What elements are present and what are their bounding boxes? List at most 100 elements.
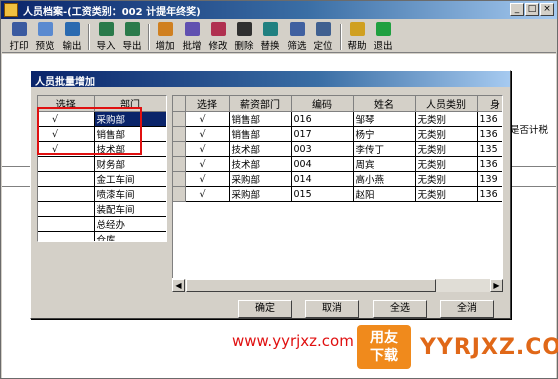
exit-button[interactable]: 退出 xyxy=(370,22,396,52)
export-button[interactable]: 导出 xyxy=(119,22,145,52)
row-selector[interactable] xyxy=(173,141,186,157)
row-selector[interactable] xyxy=(173,156,186,172)
code-cell[interactable]: 004 xyxy=(291,156,354,172)
select-checkbox-cell[interactable] xyxy=(38,156,95,172)
select-checkbox-cell[interactable] xyxy=(38,201,95,217)
name-cell[interactable]: 杨宁 xyxy=(353,126,416,142)
row-selector[interactable] xyxy=(173,186,186,202)
code-cell[interactable]: 016 xyxy=(291,111,354,127)
clear-all-button[interactable]: 全消 xyxy=(440,300,494,318)
horizontal-scrollbar[interactable]: ◀ ▶ xyxy=(172,278,503,292)
locate-button[interactable]: 定位 xyxy=(310,22,336,52)
select-checkbox-cell[interactable]: √ xyxy=(185,126,230,142)
category-cell[interactable]: 无类别 xyxy=(415,186,478,202)
edit-button[interactable]: 修改 xyxy=(205,22,231,52)
close-button[interactable]: × xyxy=(540,3,554,16)
export-output-button[interactable]: 输出 xyxy=(59,22,85,52)
personnel-row[interactable]: √ 销售部 017 杨宁 无类别 136 xyxy=(173,126,502,142)
cancel-button[interactable]: 取消 xyxy=(305,300,359,318)
select-checkbox-cell[interactable] xyxy=(38,216,95,232)
personnel-row[interactable]: √ 采购部 014 高小燕 无类别 139 xyxy=(173,171,502,187)
row-selector[interactable] xyxy=(173,111,186,127)
column-header-id[interactable]: 身 xyxy=(477,96,502,112)
select-checkbox-cell[interactable]: √ xyxy=(185,141,230,157)
select-checkbox-cell[interactable]: √ xyxy=(185,111,230,127)
category-cell[interactable]: 无类别 xyxy=(415,126,478,142)
salary-dept-cell[interactable]: 技术部 xyxy=(229,141,292,157)
department-row[interactable]: 总经办 xyxy=(38,216,166,232)
salary-dept-cell[interactable]: 销售部 xyxy=(229,111,292,127)
import-button[interactable]: 导入 xyxy=(93,22,119,52)
name-cell[interactable]: 高小燕 xyxy=(353,171,416,187)
column-header-category[interactable]: 人员类别 xyxy=(415,96,478,112)
salary-dept-cell[interactable]: 销售部 xyxy=(229,126,292,142)
delete-icon xyxy=(236,22,252,36)
name-cell[interactable]: 周宾 xyxy=(353,156,416,172)
personnel-row[interactable]: √ 技术部 004 周宾 无类别 136 xyxy=(173,156,502,172)
select-checkbox-cell[interactable] xyxy=(38,231,95,241)
column-header-select[interactable]: 选择 xyxy=(185,96,230,112)
row-selector[interactable] xyxy=(173,171,186,187)
department-cell[interactable]: 仓库 xyxy=(94,231,166,241)
personnel-grid[interactable]: 选择 薪资部门 编码 姓名 人员类别 身 √ 销售部 016 邹琴 无类别 136 √ 销售部… xyxy=(172,95,503,292)
app-icon xyxy=(4,3,18,17)
salary-dept-cell[interactable]: 采购部 xyxy=(229,186,292,202)
id-cell[interactable]: 136 xyxy=(477,126,502,142)
personnel-row[interactable]: √ 技术部 003 李传丁 无类别 135 xyxy=(173,141,502,157)
id-cell[interactable]: 139 xyxy=(477,171,502,187)
salary-dept-cell[interactable]: 采购部 xyxy=(229,171,292,187)
id-cell[interactable]: 136 xyxy=(477,111,502,127)
name-cell[interactable]: 李传丁 xyxy=(353,141,416,157)
category-cell[interactable]: 无类别 xyxy=(415,111,478,127)
code-cell[interactable]: 003 xyxy=(291,141,354,157)
print-button[interactable]: 打印 xyxy=(6,22,32,52)
category-cell[interactable]: 无类别 xyxy=(415,171,478,187)
batch-add-button[interactable]: 批增 xyxy=(179,22,205,52)
filter-button[interactable]: 筛选 xyxy=(284,22,310,52)
scroll-left-icon[interactable]: ◀ xyxy=(172,279,185,292)
name-cell[interactable]: 邹琴 xyxy=(353,111,416,127)
category-cell[interactable]: 无类别 xyxy=(415,141,478,157)
department-row[interactable]: 装配车间 xyxy=(38,201,166,217)
row-selector[interactable] xyxy=(173,126,186,142)
salary-dept-cell[interactable]: 技术部 xyxy=(229,156,292,172)
category-cell[interactable]: 无类别 xyxy=(415,156,478,172)
personnel-row[interactable]: √ 采购部 015 赵阳 无类别 136 xyxy=(173,186,502,202)
department-row[interactable]: 喷漆车间 xyxy=(38,186,166,202)
maximize-button[interactable]: □ xyxy=(525,3,539,16)
name-cell[interactable]: 赵阳 xyxy=(353,186,416,202)
scroll-right-icon[interactable]: ▶ xyxy=(490,279,503,292)
department-row[interactable]: 财务部 xyxy=(38,156,166,172)
select-checkbox-cell[interactable]: √ xyxy=(185,156,230,172)
column-header-code[interactable]: 编码 xyxy=(291,96,354,112)
department-row[interactable]: 仓库 xyxy=(38,231,166,241)
select-checkbox-cell[interactable] xyxy=(38,186,95,202)
code-cell[interactable]: 017 xyxy=(291,126,354,142)
id-cell[interactable]: 135 xyxy=(477,141,502,157)
minimize-button[interactable]: _ xyxy=(510,3,524,16)
code-cell[interactable]: 014 xyxy=(291,171,354,187)
help-button[interactable]: 帮助 xyxy=(344,22,370,52)
id-cell[interactable]: 136 xyxy=(477,156,502,172)
preview-button[interactable]: 预览 xyxy=(32,22,58,52)
select-checkbox-cell[interactable] xyxy=(38,171,95,187)
scroll-thumb[interactable] xyxy=(186,279,436,292)
code-cell[interactable]: 015 xyxy=(291,186,354,202)
add-button[interactable]: 增加 xyxy=(152,22,178,52)
department-cell[interactable]: 总经办 xyxy=(94,216,166,232)
id-cell[interactable]: 136 xyxy=(477,186,502,202)
select-checkbox-cell[interactable]: √ xyxy=(185,186,230,202)
replace-button[interactable]: 替换 xyxy=(257,22,283,52)
department-cell[interactable]: 喷漆车间 xyxy=(94,186,166,202)
department-cell[interactable]: 金工车间 xyxy=(94,171,166,187)
department-cell[interactable]: 财务部 xyxy=(94,156,166,172)
personnel-row[interactable]: √ 销售部 016 邹琴 无类别 136 xyxy=(173,111,502,127)
select-all-button[interactable]: 全选 xyxy=(373,300,427,318)
column-header-salary-dept[interactable]: 薪资部门 xyxy=(229,96,292,112)
department-row[interactable]: 金工车间 xyxy=(38,171,166,187)
department-cell[interactable]: 装配车间 xyxy=(94,201,166,217)
column-header-name[interactable]: 姓名 xyxy=(353,96,416,112)
ok-button[interactable]: 确定 xyxy=(238,300,292,318)
delete-button[interactable]: 删除 xyxy=(231,22,257,52)
select-checkbox-cell[interactable]: √ xyxy=(185,171,230,187)
